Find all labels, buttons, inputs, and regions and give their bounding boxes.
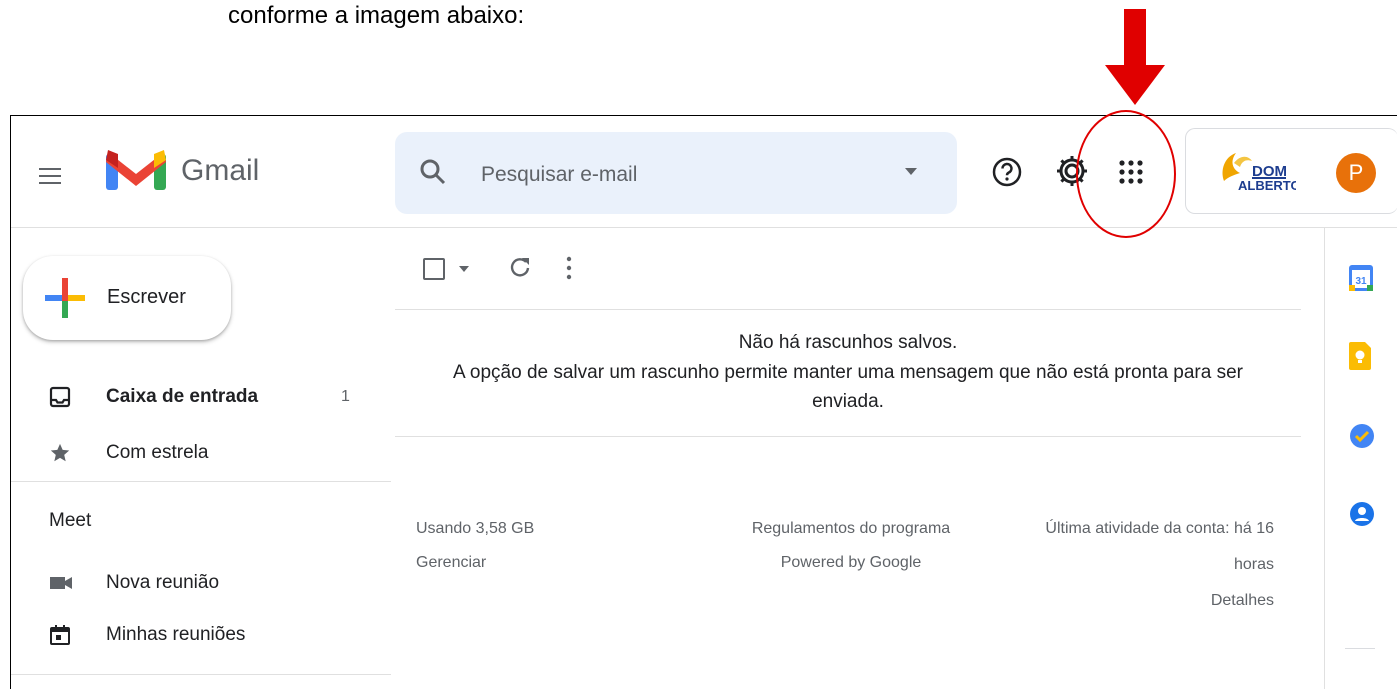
star-icon [50, 443, 70, 462]
side-panel-divider [1345, 648, 1375, 649]
help-icon[interactable] [991, 156, 1023, 188]
search-icon[interactable] [419, 158, 447, 186]
sidebar-item-starred[interactable]: Com estrela [11, 434, 391, 474]
storage-usage: Usando 3,58 GB [416, 520, 535, 537]
gmail-logo-icon[interactable] [106, 146, 166, 190]
account-avatar[interactable]: P [1336, 153, 1376, 193]
side-apps-panel: 31 [1324, 228, 1397, 689]
compose-plus-icon [45, 278, 85, 318]
select-all-checkbox[interactable] [423, 258, 445, 280]
sidebar-bottom-divider [11, 674, 391, 675]
empty-drafts-title: Não há rascunhos salvos. [738, 332, 958, 353]
sidebar-item-label: Caixa de entrada [106, 386, 259, 407]
content-divider [395, 436, 1301, 437]
search-options-caret-icon[interactable] [905, 168, 917, 175]
refresh-icon[interactable] [509, 256, 531, 278]
manage-storage-link[interactable]: Gerenciar [416, 554, 486, 572]
google-keep-icon[interactable] [1349, 342, 1371, 370]
calendar-icon [50, 625, 70, 645]
sidebar-divider [11, 481, 391, 482]
google-tasks-icon[interactable] [1349, 423, 1375, 449]
inbox-icon [49, 386, 71, 408]
program-policies-link[interactable]: Regulamentos do programa [731, 520, 971, 538]
video-camera-icon [50, 577, 72, 589]
annotation-highlight-circle [1076, 110, 1176, 238]
dom-alberto-logo: DOM ALBERTO [1222, 153, 1296, 193]
message-list-toolbar [395, 228, 1301, 310]
sidebar-item-my-meetings[interactable]: Minhas reuniões [11, 616, 391, 656]
inbox-unread-count: 1 [341, 388, 350, 405]
google-calendar-icon[interactable]: 31 [1349, 265, 1373, 291]
sidebar-item-inbox[interactable]: Caixa de entrada 1 [11, 378, 391, 418]
compose-button[interactable]: Escrever [23, 256, 231, 340]
gmail-window: Gmail Pesquisar e-mail DOM ALBERTO P Esc… [10, 115, 1397, 689]
more-options-icon[interactable] [565, 256, 573, 280]
hamburger-menu-icon[interactable] [39, 168, 61, 189]
powered-by-google: Powered by Google [780, 554, 922, 571]
search-input[interactable] [479, 156, 883, 194]
instruction-caption: conforme a imagem abaixo: [228, 2, 525, 29]
select-options-caret-icon[interactable] [459, 266, 469, 272]
empty-drafts-description: A opção de salvar um rascunho permite ma… [453, 362, 1243, 412]
sidebar-item-label: Com estrela [106, 442, 209, 463]
search-bar[interactable] [395, 132, 957, 214]
top-bar: Gmail Pesquisar e-mail DOM ALBERTO P [11, 116, 1397, 228]
sidebar-item-label: Minhas reuniões [106, 624, 246, 645]
annotation-arrow [1105, 9, 1165, 105]
app-name: Gmail [181, 154, 260, 187]
google-contacts-icon[interactable] [1349, 501, 1375, 527]
meet-section-header: Meet [49, 510, 92, 531]
account-switcher[interactable]: DOM ALBERTO P [1185, 128, 1397, 214]
sidebar-item-label: Nova reunião [106, 572, 220, 593]
last-activity-line1: Última atividade da conta: há 16 [1045, 520, 1274, 537]
sidebar-item-new-meeting[interactable]: Nova reunião [11, 564, 391, 604]
last-activity-line2: horas [1233, 556, 1274, 573]
activity-details-link[interactable]: Detalhes [971, 592, 1274, 610]
svg-text:ALBERTO: ALBERTO [1238, 178, 1296, 193]
calendar-day-number: 31 [1355, 276, 1367, 287]
compose-label: Escrever [107, 286, 186, 308]
